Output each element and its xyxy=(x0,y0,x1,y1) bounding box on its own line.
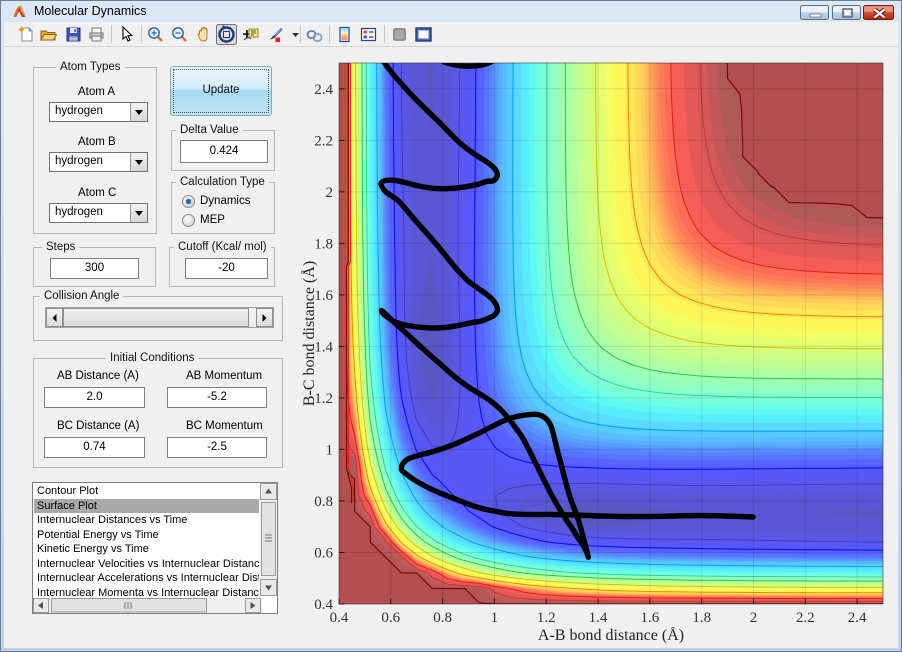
svg-text:2.4: 2.4 xyxy=(314,82,333,98)
svg-text:1: 1 xyxy=(491,610,499,626)
svg-text:0.4: 0.4 xyxy=(314,597,333,613)
svg-text:2: 2 xyxy=(326,185,334,201)
svg-text:1.8: 1.8 xyxy=(692,610,711,626)
svg-text:2: 2 xyxy=(750,610,758,626)
svg-text:1.2: 1.2 xyxy=(537,610,556,626)
svg-text:1.4: 1.4 xyxy=(589,610,608,626)
svg-text:2.2: 2.2 xyxy=(314,133,333,149)
svg-text:0.8: 0.8 xyxy=(314,494,333,510)
svg-text:B-C bond distance (Å): B-C bond distance (Å) xyxy=(300,261,318,406)
svg-text:2.4: 2.4 xyxy=(848,610,867,626)
svg-text:0.6: 0.6 xyxy=(314,546,333,562)
svg-text:0.6: 0.6 xyxy=(381,610,400,626)
svg-text:1.8: 1.8 xyxy=(314,236,333,252)
svg-text:0.8: 0.8 xyxy=(433,610,452,626)
svg-text:1.6: 1.6 xyxy=(641,610,660,626)
svg-text:2.2: 2.2 xyxy=(796,610,815,626)
svg-text:1: 1 xyxy=(326,442,334,458)
svg-text:A-B bond distance (Å): A-B bond distance (Å) xyxy=(538,626,684,644)
